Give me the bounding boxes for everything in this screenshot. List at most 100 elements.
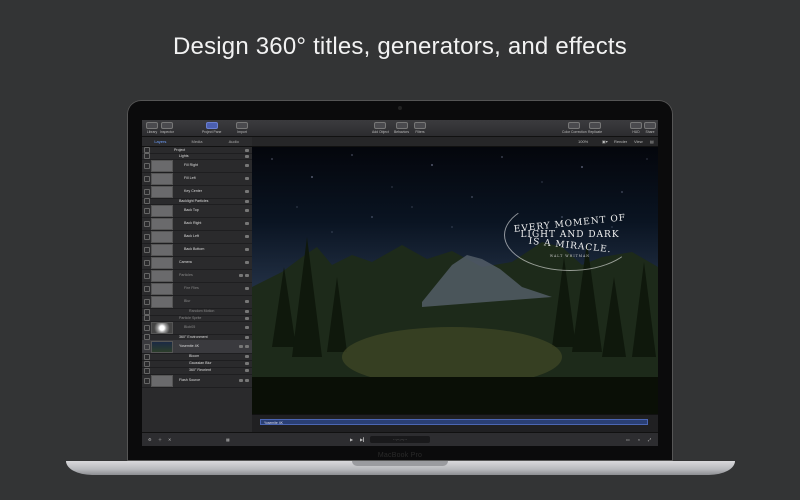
layer-row[interactable]: Fill Left (142, 172, 252, 186)
visibility-icon[interactable] (245, 148, 249, 152)
layer-row[interactable]: Fill Right (142, 159, 252, 173)
layer-checkbox[interactable] (144, 377, 150, 384)
layer-checkbox[interactable] (144, 175, 150, 182)
tab-media[interactable]: Media (179, 137, 216, 146)
import-button[interactable]: Import (236, 122, 248, 134)
blend-mode-icon[interactable] (239, 274, 243, 277)
visibility-icon[interactable] (245, 355, 249, 358)
replicate-button[interactable]: Replicate (588, 122, 602, 134)
layout-icon[interactable]: ▤ (650, 137, 654, 146)
app-window: Library Inspector Project Pane Import Ad… (142, 120, 658, 446)
mute-icon[interactable]: ◐ (638, 437, 640, 442)
scene-image (252, 154, 658, 414)
layer-checkbox[interactable] (144, 367, 150, 374)
color-channels-icon[interactable]: ▣▾ (602, 137, 608, 146)
layer-row[interactable]: Blur (142, 295, 252, 309)
title-overlay[interactable]: EVERY MOMENT OF LIGHT AND DARK IS A MIRA… (510, 213, 630, 258)
timeline-clip[interactable]: Yosemite 4K (260, 419, 648, 425)
library-button[interactable]: Library (146, 122, 158, 134)
layer-checkbox[interactable] (144, 188, 150, 195)
add-object-button[interactable]: Add Object (372, 122, 389, 134)
visibility-icon[interactable] (245, 379, 249, 382)
layer-checkbox[interactable] (144, 343, 150, 350)
layer-checkbox[interactable] (144, 285, 150, 292)
layer-checkbox[interactable] (144, 259, 150, 266)
visibility-icon[interactable] (245, 345, 249, 348)
visibility-icon[interactable] (245, 362, 249, 365)
blend-mode-icon[interactable] (239, 379, 243, 382)
layer-row[interactable]: Fire Flies (142, 282, 252, 296)
color-correction-button[interactable]: Color Correction (562, 122, 587, 134)
layer-checkbox[interactable] (144, 246, 150, 253)
layer-checkbox[interactable] (144, 298, 150, 305)
layer-row[interactable]: Back Bottom (142, 243, 252, 257)
visibility-icon[interactable] (245, 335, 249, 339)
layer-checkbox[interactable] (144, 360, 150, 367)
view-menu[interactable]: View (634, 137, 643, 146)
layer-checkbox[interactable] (144, 308, 150, 315)
timecode-display[interactable]: ··:··:··:·· (370, 436, 430, 443)
next-frame-icon[interactable]: ▶▎ (360, 437, 366, 442)
visibility-icon[interactable] (245, 261, 249, 264)
behaviors-button[interactable]: Behaviors (394, 122, 409, 134)
layer-checkbox[interactable] (144, 272, 150, 279)
blend-mode-icon[interactable] (239, 345, 243, 348)
tab-layers[interactable]: Layers (142, 137, 179, 146)
visibility-icon[interactable] (245, 310, 249, 313)
layer-row[interactable]: Flash Source (142, 374, 252, 388)
tab-audio[interactable]: Audio (215, 137, 252, 146)
layer-row[interactable]: Back Left (142, 230, 252, 244)
visibility-icon[interactable] (245, 326, 249, 329)
transport-bar: ⚙ ＋ ✕ ▦ ▶ ▶▎ ··:··:··:·· ▭ ◐ ⤢ (142, 432, 658, 446)
share-button[interactable]: Share (644, 122, 656, 134)
layer-label: Fire Flies (184, 286, 199, 290)
canvas-viewer[interactable]: EVERY MOMENT OF LIGHT AND DARK IS A MIRA… (252, 147, 658, 414)
layer-checkbox[interactable] (144, 324, 150, 331)
visibility-icon[interactable] (245, 177, 249, 180)
layer-label: Back Left (184, 234, 199, 238)
zoom-menu[interactable]: 100% (578, 137, 588, 146)
share-icon (644, 122, 656, 129)
layer-label: Lights (179, 153, 189, 158)
visibility-icon[interactable] (245, 248, 249, 251)
project-pane-button[interactable]: Project Pane (202, 122, 221, 134)
mini-timeline[interactable]: Yosemite 4K (252, 414, 658, 433)
visibility-icon[interactable] (245, 316, 249, 320)
render-menu[interactable]: Render (614, 137, 627, 146)
layer-checkbox[interactable] (144, 220, 150, 227)
visibility-icon[interactable] (245, 235, 249, 238)
delete-icon[interactable]: ✕ (168, 437, 171, 442)
loop-icon[interactable]: ▭ (626, 437, 630, 442)
layer-label: Back Top (184, 208, 199, 212)
layer-row[interactable]: Yosemite 4K (142, 340, 252, 354)
color-correction-icon (568, 122, 581, 129)
hud-button[interactable]: HUD (630, 122, 642, 134)
layer-row[interactable]: Key Center (142, 185, 252, 199)
layer-row[interactable]: Blob05 (142, 321, 252, 335)
visibility-icon[interactable] (245, 222, 249, 225)
visibility-icon[interactable] (245, 209, 249, 212)
visibility-icon[interactable] (245, 300, 249, 303)
inspector-button[interactable]: Inspector (160, 122, 174, 134)
layer-checkbox[interactable] (144, 207, 150, 214)
settings-icon[interactable]: ⚙ (148, 437, 152, 442)
layer-checkbox[interactable] (144, 162, 150, 169)
filters-button[interactable]: Filters (414, 122, 426, 134)
layer-row[interactable]: Camera (142, 256, 252, 270)
visibility-icon[interactable] (245, 369, 249, 372)
visibility-icon[interactable] (245, 199, 249, 203)
layer-row[interactable]: Particles (142, 269, 252, 283)
layer-row[interactable]: Back Top (142, 204, 252, 218)
expand-icon[interactable]: ⤢ (648, 437, 651, 442)
view-options-icon[interactable]: ▦ (226, 437, 230, 442)
visibility-icon[interactable] (245, 154, 249, 158)
visibility-icon[interactable] (245, 274, 249, 277)
play-icon[interactable]: ▶ (350, 437, 353, 442)
visibility-icon[interactable] (245, 287, 249, 290)
visibility-icon[interactable] (245, 164, 249, 167)
add-layer-icon[interactable]: ＋ (158, 437, 162, 443)
visibility-icon[interactable] (245, 190, 249, 193)
layer-checkbox[interactable] (144, 233, 150, 240)
layer-row[interactable]: Back Right (142, 217, 252, 231)
layer-checkbox[interactable] (144, 353, 150, 360)
